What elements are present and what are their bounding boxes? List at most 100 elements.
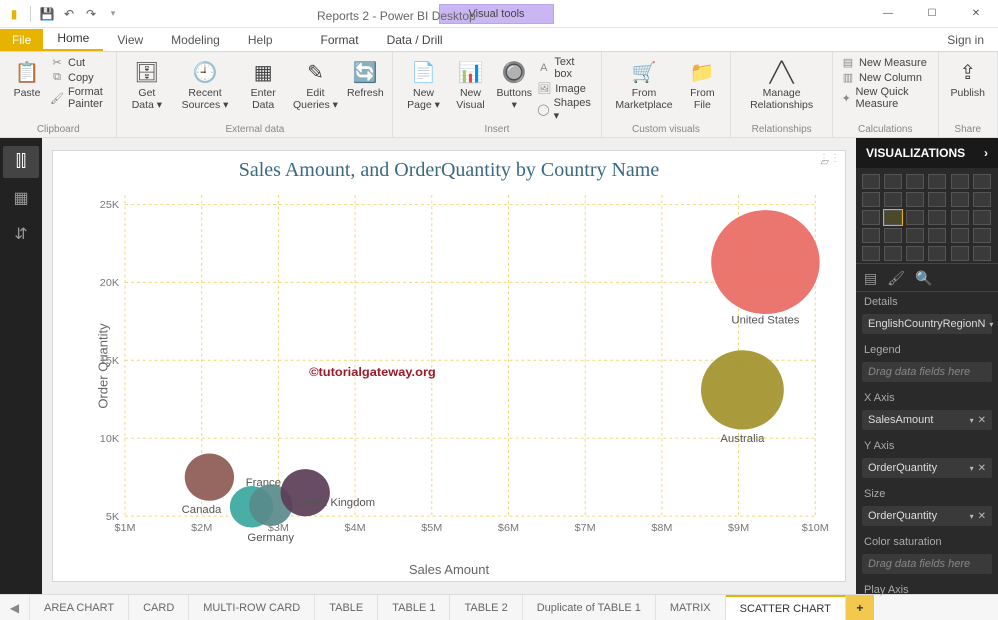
undo-icon[interactable]: ↶ [61,6,77,22]
viz-type-thumb[interactable] [951,246,969,261]
sign-in-link[interactable]: Sign in [933,29,998,51]
scroll-left-button[interactable]: ◀ [0,595,30,620]
page-tab[interactable]: TABLE 1 [378,595,450,620]
xaxis-field-well[interactable]: SalesAmount▾✕ [862,410,992,430]
format-painter-button[interactable]: 🖌Format Painter [50,86,108,110]
tab-data-drill[interactable]: Data / Drill [373,29,457,51]
viz-type-thumb[interactable] [862,192,880,207]
copy-button[interactable]: ⧉Copy [50,71,108,84]
viz-type-thumb[interactable] [973,210,991,225]
viz-type-thumb[interactable] [906,174,924,189]
chevron-down-icon[interactable]: ▾ [970,512,974,521]
tab-view[interactable]: View [103,29,157,51]
minimize-button[interactable]: — [866,0,910,28]
edit-queries-button[interactable]: ✎Edit Queries ▾ [289,56,343,122]
viz-type-thumb[interactable] [951,210,969,225]
enter-data-button[interactable]: ▦Enter Data [242,56,285,122]
paste-button[interactable]: 📋Paste [8,56,46,122]
viz-type-thumb[interactable] [951,174,969,189]
page-tab[interactable]: Duplicate of TABLE 1 [523,595,656,620]
analytics-tab-icon[interactable]: 🔍 [915,270,932,287]
image-button[interactable]: 🖼Image [537,82,592,95]
viz-type-thumb[interactable] [906,246,924,261]
viz-type-thumb[interactable] [884,174,902,189]
page-tab[interactable]: MULTI-ROW CARD [189,595,315,620]
viz-type-thumb[interactable] [951,228,969,243]
viz-type-thumb[interactable] [928,192,946,207]
textbox-button[interactable]: AText box [537,56,592,80]
page-tab[interactable]: CARD [129,595,189,620]
viz-type-thumb[interactable] [951,192,969,207]
yaxis-field-well[interactable]: OrderQuantity▾✕ [862,458,992,478]
focus-mode-icon[interactable]: ▱ [821,155,829,168]
viz-type-thumb[interactable] [884,246,902,261]
close-button[interactable]: ✕ [954,0,998,28]
viz-type-thumb[interactable] [973,174,991,189]
viz-type-thumb[interactable] [884,192,902,207]
viz-type-thumb[interactable] [906,192,924,207]
size-field-well[interactable]: OrderQuantity▾✕ [862,506,992,526]
report-view-button[interactable]: ⫿⫿ [3,146,39,178]
new-column-button[interactable]: ▥New Column [841,71,930,84]
details-field-well[interactable]: EnglishCountryRegionN▾✕ [862,314,992,334]
recent-sources-button[interactable]: 🕘Recent Sources ▾ [172,56,237,122]
model-view-button[interactable]: ⇵ [3,218,39,250]
redo-icon[interactable]: ↷ [83,6,99,22]
viz-type-thumb[interactable] [973,228,991,243]
fields-tab-icon[interactable]: ▤ [864,270,877,287]
from-file-button[interactable]: 📁From File [682,56,722,122]
save-icon[interactable]: 💾 [39,6,55,22]
manage-relationships-button[interactable]: ╱╲Manage Relationships [739,56,824,122]
viz-type-thumb[interactable] [928,228,946,243]
color-saturation-field-well[interactable]: Drag data fields here [862,554,992,574]
new-page-button[interactable]: 📄New Page ▾ [401,56,445,122]
tab-home[interactable]: Home [43,27,103,51]
add-page-button[interactable]: + [846,595,874,620]
new-quick-measure-button[interactable]: ✦New Quick Measure [841,86,930,110]
page-tab[interactable]: SCATTER CHART [726,595,846,620]
viz-type-thumb[interactable] [862,174,880,189]
chevron-down-icon[interactable]: ▾ [989,320,993,329]
format-tab-icon[interactable]: 🖌 [887,270,905,287]
maximize-button[interactable]: ☐ [910,0,954,28]
page-tab[interactable]: TABLE 2 [450,595,522,620]
page-tab[interactable]: AREA CHART [30,595,129,620]
chevron-down-icon[interactable]: ▾ [970,416,974,425]
tab-modeling[interactable]: Modeling [157,29,234,51]
new-measure-button[interactable]: ▤New Measure [841,56,930,69]
viz-type-thumb[interactable] [906,210,924,225]
chart-visual[interactable]: ⋮⋮ ▱ Sales Amount, and OrderQuantity by … [52,150,846,582]
legend-field-well[interactable]: Drag data fields here [862,362,992,382]
viz-type-thumb[interactable] [973,246,991,261]
qat-customize-icon[interactable]: ▾ [105,6,121,22]
remove-field-icon[interactable]: ✕ [978,463,986,474]
from-marketplace-button[interactable]: 🛒From Marketplace [610,56,679,122]
visualizations-header[interactable]: VISUALIZATIONS› [856,138,998,168]
data-view-button[interactable]: ▦ [3,182,39,214]
viz-type-thumb[interactable] [928,210,946,225]
tab-format[interactable]: Format [307,29,373,51]
viz-type-thumb[interactable] [906,228,924,243]
viz-type-thumb[interactable] [973,192,991,207]
remove-field-icon[interactable]: ✕ [978,511,986,522]
chevron-down-icon[interactable]: ▾ [970,464,974,473]
page-tab[interactable]: TABLE [315,595,378,620]
cut-button[interactable]: ✂Cut [50,56,108,69]
new-visual-button[interactable]: 📊New Visual [450,56,492,122]
page-tab[interactable]: MATRIX [656,595,726,620]
viz-type-thumb[interactable] [862,228,880,243]
publish-button[interactable]: ⇪Publish [947,56,989,122]
viz-type-thumb[interactable] [928,174,946,189]
tab-file[interactable]: File [0,29,43,51]
shapes-button[interactable]: ◯Shapes ▾ [537,97,592,122]
viz-type-thumb[interactable] [862,246,880,261]
refresh-button[interactable]: 🔄Refresh [346,56,384,122]
viz-type-thumb[interactable] [884,228,902,243]
tab-help[interactable]: Help [234,29,287,51]
get-data-button[interactable]: 🗄Get Data ▾ [125,56,168,122]
viz-type-thumb[interactable] [884,210,902,225]
buttons-button[interactable]: 🔘Buttons ▾ [495,56,533,122]
viz-type-thumb[interactable] [928,246,946,261]
remove-field-icon[interactable]: ✕ [978,415,986,426]
viz-type-thumb[interactable] [862,210,880,225]
